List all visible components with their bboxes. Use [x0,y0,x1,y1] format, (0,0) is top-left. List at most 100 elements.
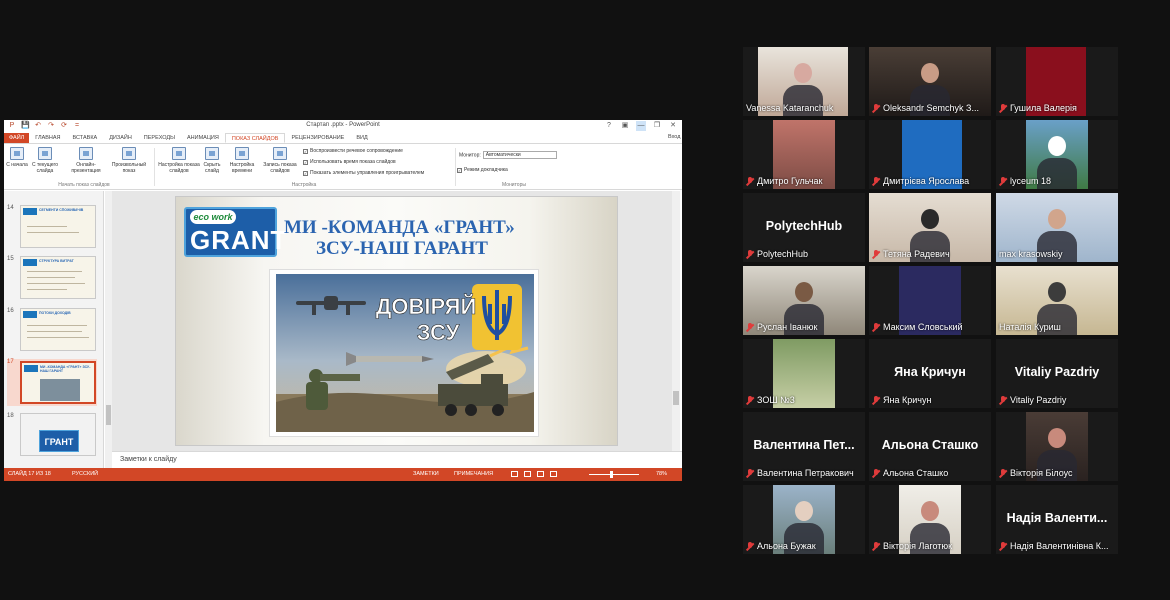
restore-button[interactable]: ❐ [652,121,662,131]
participant-name-label: Vitaliy Pazdriy [999,395,1066,405]
hide-slide-button[interactable]: Скрыть слайд [200,147,224,174]
participant-display-name: Валентина Пет... [753,438,855,452]
presenter-view-checkbox[interactable]: ✓ Режим докладчика [457,167,508,173]
participant-tile[interactable]: Валентина Пет... Валентина Петракович [743,412,865,481]
view-buttons [511,471,557,477]
participant-name: Вікторія Білоус [1010,468,1073,478]
logo-icon [23,311,37,318]
participant-tile[interactable]: Яна Кричун Яна Кричун [869,339,991,408]
mic-muted-icon [999,468,1007,478]
ecowork-grant-logo: eco work GRANT [184,207,286,257]
slide-sorter-icon[interactable] [524,471,531,477]
normal-view-icon[interactable] [511,471,518,477]
participant-tile[interactable]: Альона Сташко Альона Сташко [869,412,991,481]
participant-display-name: Vitaliy Pazdriy [1014,365,1100,379]
current-slide[interactable]: eco work GRANT МИ -КОМАНДА «ГРАНТ» ЗСУ-Н… [175,196,618,446]
tab-file[interactable]: ФАЙЛ [4,133,30,143]
editor-scrollbar[interactable] [672,191,680,451]
participant-name-label: PolytechHub [746,249,808,259]
notes-pane[interactable]: Заметки к слайду [112,451,682,468]
thumbnail-card: МИ -КОМАНДА «ГРАНТ» ЗСУ-НАШ ГАРАНТ [20,361,96,404]
zoom-slider[interactable] [589,474,639,475]
ribbon-display-icon[interactable]: ▣ [620,121,630,131]
tab-insert[interactable]: ВСТАВКА [67,133,104,143]
participant-tile[interactable]: Vitaliy Pazdriy Vitaliy Pazdriy [996,339,1118,408]
media-controls-checkbox[interactable]: ✓ Показать элементы управления проигрыват… [303,170,424,176]
participant-tile[interactable]: Дмитрієва Ярослава [869,120,991,189]
slideshow-view-icon[interactable] [550,471,557,477]
tab-home[interactable]: ГЛАВНАЯ [29,133,66,143]
tab-slide-show[interactable]: ПОКАЗ СЛАЙДОВ [224,133,286,143]
participant-name-label: Vanessa Kataranchuk [746,103,833,113]
timings-checkbox[interactable]: ✓ Использовать время показа слайдов [303,159,396,165]
language-indicator[interactable]: РУССКИЙ [72,468,98,481]
thumbnails-scrollbar[interactable] [105,191,112,468]
participant-tile[interactable]: Альона Бужак [743,485,865,554]
record-show-button[interactable]: Запись показа слайдов [260,147,300,174]
participant-name-label: Наталія Куриш [999,322,1061,332]
setup-show-button[interactable]: Настройка показа слайдов [157,147,201,174]
rehearse-label: Настройка времени [229,162,255,174]
record-label: Запись показа слайдов [263,162,297,174]
thumbnail-number: 17 [7,359,14,365]
rehearse-timings-button[interactable]: Настройка времени [226,147,258,174]
narration-checkbox[interactable]: ✓ Воспроизвести речевое сопровождение [303,148,403,154]
signin-link[interactable]: Вход [668,134,680,140]
participant-tile[interactable]: Вікторія Білоус [996,412,1118,481]
from-start-button[interactable]: С начала [6,147,28,168]
participant-display-name: Надія Валенти... [1006,511,1108,525]
tab-review[interactable]: РЕЦЕНЗИРОВАНИЕ [285,133,350,143]
participant-tile[interactable]: PolytechHub PolytechHub [743,193,865,262]
tab-design[interactable]: ДИЗАЙН [103,133,138,143]
online-presentation-button[interactable]: Онлайн-презентация [66,147,106,174]
zoom-percent[interactable]: 78% [656,468,667,481]
presenter-view-label: Режим докладчика [464,167,508,173]
participant-tile[interactable]: Надія Валенти... Надія Валентинівна К... [996,485,1118,554]
comments-toggle[interactable]: ПРИМЕЧАНИЯ [454,468,493,481]
thumbnail-title: МИ -КОМАНДА «ГРАНТ» ЗСУ-НАШ ГАРАНТ [40,365,91,373]
slide-counter: СЛАЙД 17 ИЗ 18 [8,471,51,477]
participant-tile[interactable]: Дмитро Гульчак [743,120,865,189]
zoom-slider-knob[interactable] [610,471,613,478]
thumbnail-title: СТРУКТУРА ВИТРАТ [39,259,74,263]
minimize-button[interactable]: — [636,121,646,131]
mic-muted-icon [999,395,1007,405]
reading-view-icon[interactable] [537,471,544,477]
mic-muted-icon [872,541,880,551]
participant-tile[interactable]: Максим Словський [869,266,991,335]
ribbon: С начала С текущего слайда Онлайн-презен… [4,144,682,190]
thumbnail-card: ГРАНТ [20,413,96,456]
tab-transitions[interactable]: ПЕРЕХОДЫ [138,133,181,143]
participant-tile[interactable]: Руслан Іванюк [743,266,865,335]
participant-name-label: Валентина Петракович [746,468,854,478]
logo-grant-text: GRANT [190,225,288,255]
scrollbar-thumb[interactable] [106,405,111,425]
participant-tile[interactable]: Oleksandr Semchyk З... [869,47,991,116]
ppt-titlebar: P 💾 ↶ ↷ ⟳ = Стартап .pptx - PowerPoint ?… [4,120,682,133]
participant-tile[interactable]: ЗОШ №3 [743,339,865,408]
participant-tile[interactable]: Гушила Валерія [996,47,1118,116]
notes-toggle[interactable]: ЗАМЕТКИ [413,468,439,481]
checkbox-checked-icon: ✓ [303,148,308,154]
mic-muted-icon [746,541,754,551]
participant-tile[interactable]: Вікторія Лаготюк [869,485,991,554]
slide-thumbnail-selected[interactable]: 17 МИ -КОМАНДА «ГРАНТ» ЗСУ-НАШ ГАРАНТ [7,359,97,406]
monitor-select[interactable]: Монитор: Автоматически [459,151,557,159]
tab-view[interactable]: ВИД [350,133,373,143]
custom-show-button[interactable]: Произвольный показ [107,147,151,174]
participant-tile[interactable]: Vanessa Kataranchuk [743,47,865,116]
close-button[interactable]: ✕ [668,121,678,131]
participant-tile[interactable]: lyceum 18 [996,120,1118,189]
hide-slide-icon [205,147,219,160]
monitor-dropdown[interactable]: Автоматически [482,151,557,159]
mic-muted-icon [872,395,880,405]
help-icon[interactable]: ? [604,121,614,131]
participant-tile[interactable]: max krasowskiy [996,193,1118,262]
from-current-button[interactable]: С текущего слайда [30,147,60,174]
grant-logo-thumbnail: ГРАНТ [39,430,79,452]
tab-animations[interactable]: АНИМАЦИЯ [181,133,225,143]
slide-title-line1: МИ -КОМАНДА «ГРАНТ» [284,217,515,238]
participant-tile[interactable]: Тетяна Радевич [869,193,991,262]
participant-tile[interactable]: Наталія Куриш [996,266,1118,335]
scrollbar-thumb[interactable] [673,391,679,405]
